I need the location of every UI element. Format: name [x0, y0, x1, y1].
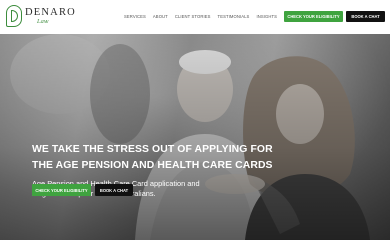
hero-headline-line-2: THE AGE PENSION AND HEALTH CARE CARDS [32, 159, 273, 171]
brand-name: DENARO [25, 7, 76, 18]
logo-text: DENARO Law [25, 5, 76, 25]
nav-item-client-stories[interactable]: CLIENT STORIES [175, 14, 211, 19]
nav-item-testimonials[interactable]: TESTIMONIALS [218, 14, 250, 19]
site-header: DENARO Law SERVICES ABOUT CLIENT STORIES… [0, 0, 390, 34]
nav-item-about[interactable]: ABOUT [153, 14, 168, 19]
hero-section: WE TAKE THE STRESS OUT OF APPLYING FOR T… [0, 34, 390, 240]
brand-tagline: Law [37, 18, 49, 25]
hero-chat-button[interactable]: BOOK A CHAT [95, 184, 133, 196]
header-eligibility-button[interactable]: CHECK YOUR ELIGIBILITY [284, 11, 343, 22]
logo-mark-icon [6, 5, 22, 27]
hero-headline: WE TAKE THE STRESS OUT OF APPLYING FOR T… [32, 142, 273, 173]
header-chat-button[interactable]: BOOK A CHAT [346, 11, 385, 22]
nav-item-services[interactable]: SERVICES [124, 14, 146, 19]
logo[interactable]: DENARO Law [6, 5, 76, 27]
hero-photo [0, 34, 390, 240]
hero-headline-line-1: WE TAKE THE STRESS OUT OF APPLYING FOR [32, 144, 273, 155]
nav-item-insights[interactable]: INSIGHTS [256, 14, 277, 19]
hero-eligibility-button[interactable]: CHECK YOUR ELIGIBILITY [32, 184, 91, 196]
